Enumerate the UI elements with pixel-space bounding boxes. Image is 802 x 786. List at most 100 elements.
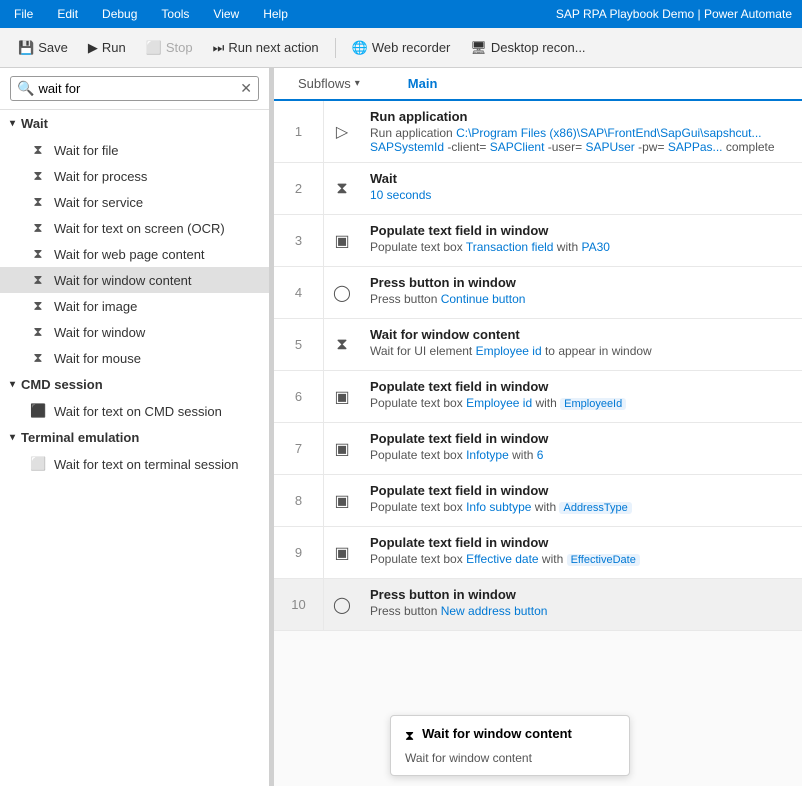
window-icon: ▣: [324, 475, 360, 526]
link: SAPSystemId: [370, 140, 444, 154]
sidebar-item-wait-for-window-content[interactable]: ⧗ Wait for window content: [0, 267, 269, 293]
flow-row-num: 6: [274, 371, 324, 422]
flow-row-3[interactable]: 3 ▣ Populate text field in window Popula…: [274, 215, 802, 267]
flow-row-desc: 10 seconds: [370, 188, 792, 202]
save-label: Save: [38, 40, 68, 55]
run-next-button[interactable]: ⏭ Run next action: [205, 36, 327, 60]
sidebar-item-wait-for-web-page[interactable]: ⧗ Wait for web page content: [0, 241, 269, 267]
desktop-recon-button[interactable]: 🖥 Desktop recon...: [462, 36, 593, 60]
hourglass-icon: ⧗: [30, 168, 46, 184]
web-recorder-button[interactable]: 🌐 Web recorder: [344, 36, 459, 60]
terminal-chevron-icon: ▾: [10, 432, 15, 443]
stop-button[interactable]: ⬜ Stop: [138, 36, 201, 60]
cmd-group: ▾ CMD session ⬛ Wait for text on CMD ses…: [0, 371, 269, 424]
sidebar-item-wait-for-text-ocr[interactable]: ⧗ Wait for text on screen (OCR): [0, 215, 269, 241]
flow-row-desc: Run application C:\Program Files (x86)\S…: [370, 126, 792, 154]
hourglass-icon: ⧗: [324, 163, 360, 214]
link: Info subtype: [466, 500, 531, 514]
flow-row-7[interactable]: 7 ▣ Populate text field in window Popula…: [274, 423, 802, 475]
sidebar-item-wait-for-process[interactable]: ⧗ Wait for process: [0, 163, 269, 189]
link: PA30: [581, 240, 609, 254]
app-icon: ▷: [324, 101, 360, 162]
link: 10 seconds: [370, 188, 431, 202]
sidebar-item-label: Wait for text on terminal session: [54, 457, 238, 472]
flow-row-content: Wait 10 seconds: [360, 163, 802, 214]
flow-row-desc: Wait for UI element Employee id to appea…: [370, 344, 792, 358]
clear-icon[interactable]: ✕: [240, 80, 252, 97]
hourglass-icon: ⧗: [30, 324, 46, 340]
flow-row-title: Press button in window: [370, 275, 792, 290]
tab-main[interactable]: Main: [384, 68, 462, 101]
flow-row-5[interactable]: 5 ⧗ Wait for window content Wait for UI …: [274, 319, 802, 371]
badge: EffectiveDate: [567, 554, 640, 566]
sidebar-item-label: Wait for image: [54, 299, 137, 314]
flow-row-num: 8: [274, 475, 324, 526]
sidebar-item-label: Wait for text on screen (OCR): [54, 221, 225, 236]
flow-row-title: Press button in window: [370, 587, 792, 602]
badge: AddressType: [559, 502, 631, 514]
link: Continue button: [441, 292, 526, 306]
run-button[interactable]: ▶ Run: [80, 36, 134, 60]
menu-tools[interactable]: Tools: [157, 5, 193, 23]
flow-row-content: Populate text field in window Populate t…: [360, 527, 802, 578]
flow-row-desc: Populate text box Infotype with 6: [370, 448, 792, 462]
link: 6: [537, 448, 544, 462]
app-title: SAP RPA Playbook Demo | Power Automate: [556, 7, 792, 21]
button-icon: ◯: [324, 579, 360, 630]
sidebar-item-wait-for-file[interactable]: ⧗ Wait for file: [0, 137, 269, 163]
sidebar-item-label: Wait for web page content: [54, 247, 205, 262]
flow-row-9[interactable]: 9 ▣ Populate text field in window Popula…: [274, 527, 802, 579]
cmd-group-label: CMD session: [21, 377, 103, 392]
flow-row-content: Populate text field in window Populate t…: [360, 215, 802, 266]
menu-help[interactable]: Help: [259, 5, 292, 23]
content-area: Subflows ▾ Main 1 ▷ Run application Run …: [274, 68, 802, 786]
flow-row-title: Populate text field in window: [370, 535, 792, 550]
menu-file[interactable]: File: [10, 5, 37, 23]
web-recorder-icon: 🌐: [352, 40, 368, 56]
flow-row-num: 5: [274, 319, 324, 370]
cmd-chevron-icon: ▾: [10, 379, 15, 390]
flow-row-2[interactable]: 2 ⧗ Wait 10 seconds: [274, 163, 802, 215]
window-icon: ▣: [324, 527, 360, 578]
hourglass-icon: ⧗: [30, 142, 46, 158]
toolbar-separator: [335, 38, 336, 58]
hourglass-icon: ⧗: [324, 319, 360, 370]
flow-row-4[interactable]: 4 ◯ Press button in window Press button …: [274, 267, 802, 319]
sidebar-item-wait-text-cmd[interactable]: ⬛ Wait for text on CMD session: [0, 398, 269, 424]
run-label: Run: [102, 40, 126, 55]
terminal-group-header[interactable]: ▾ Terminal emulation: [0, 424, 269, 451]
hourglass-icon: ⧗: [30, 220, 46, 236]
menu-edit[interactable]: Edit: [53, 5, 82, 23]
tabs-bar: Subflows ▾ Main: [274, 68, 802, 101]
sidebar-item-wait-for-window[interactable]: ⧗ Wait for window: [0, 319, 269, 345]
hourglass-icon: ⧗: [30, 194, 46, 210]
link: SAPUser: [585, 140, 634, 154]
flow-row-6[interactable]: 6 ▣ Populate text field in window Popula…: [274, 371, 802, 423]
flow-row-content: Press button in window Press button New …: [360, 579, 802, 630]
window-icon: ▣: [324, 371, 360, 422]
popup-title: Wait for window content: [422, 726, 572, 741]
menu-view[interactable]: View: [209, 5, 243, 23]
flow-row-content: Press button in window Press button Cont…: [360, 267, 802, 318]
flow-row-title: Populate text field in window: [370, 431, 792, 446]
sidebar-item-label: Wait for file: [54, 143, 119, 158]
flow-row-1[interactable]: 1 ▷ Run application Run application C:\P…: [274, 101, 802, 163]
search-input[interactable]: [38, 81, 240, 96]
sidebar-item-wait-text-terminal[interactable]: ⬜ Wait for text on terminal session: [0, 451, 269, 477]
cmd-group-header[interactable]: ▾ CMD session: [0, 371, 269, 398]
sidebar-item-label: Wait for window: [54, 325, 145, 340]
run-next-label: Run next action: [228, 40, 318, 55]
flow-row-8[interactable]: 8 ▣ Populate text field in window Popula…: [274, 475, 802, 527]
flow-row-num: 10: [274, 579, 324, 630]
flow-row-10[interactable]: 10 ◯ Press button in window Press button…: [274, 579, 802, 631]
save-button[interactable]: 💾 Save: [10, 36, 76, 60]
sidebar-item-label: Wait for text on CMD session: [54, 404, 222, 419]
sidebar-item-wait-for-service[interactable]: ⧗ Wait for service: [0, 189, 269, 215]
sidebar-item-wait-for-image[interactable]: ⧗ Wait for image: [0, 293, 269, 319]
menu-debug[interactable]: Debug: [98, 5, 141, 23]
stop-label: Stop: [166, 40, 193, 55]
wait-group-header[interactable]: ▾ Wait: [0, 110, 269, 137]
link: Effective date: [466, 552, 539, 566]
sidebar-item-wait-for-mouse[interactable]: ⧗ Wait for mouse: [0, 345, 269, 371]
tab-subflows[interactable]: Subflows ▾: [274, 68, 384, 101]
